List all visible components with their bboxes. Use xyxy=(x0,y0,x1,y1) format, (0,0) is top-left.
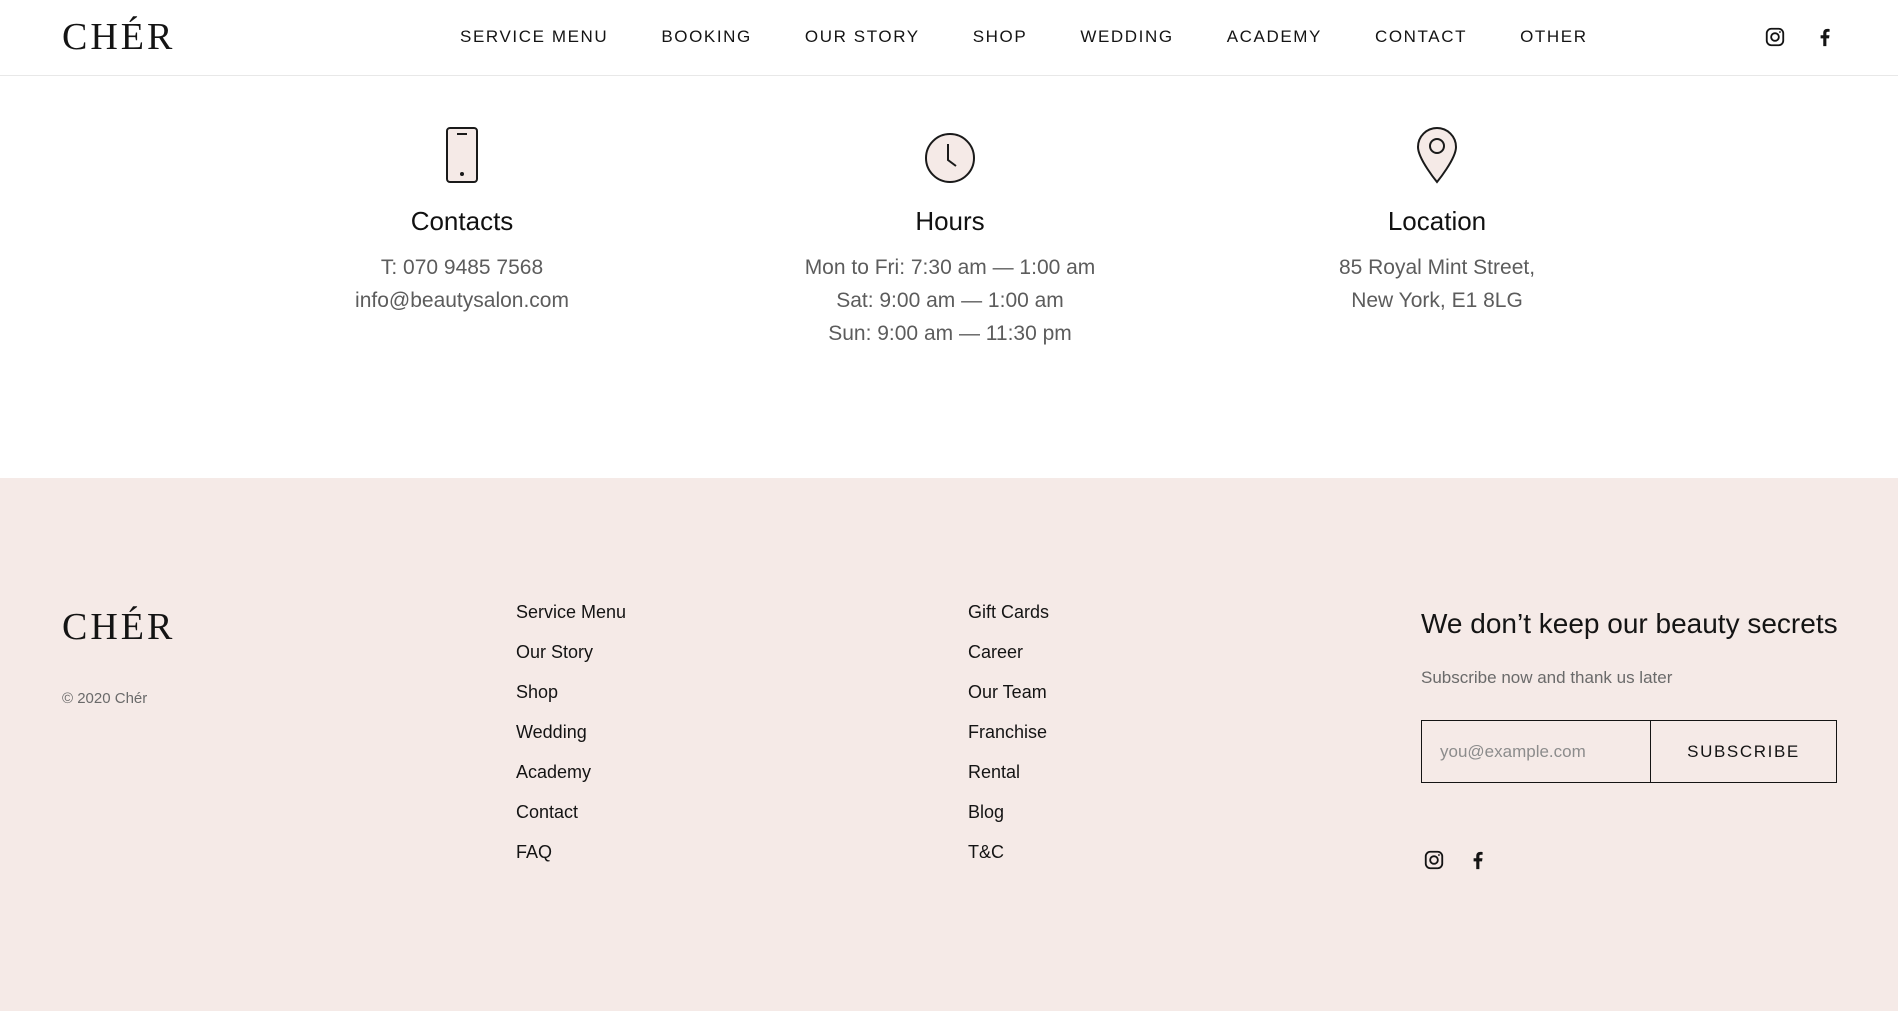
footer-link-our-team[interactable]: Our Team xyxy=(968,682,1047,702)
newsletter-subtitle: Subscribe now and thank us later xyxy=(1421,668,1673,687)
clock-icon xyxy=(740,120,1160,184)
nav-shop[interactable]: SHOP xyxy=(973,27,1028,47)
contacts-phone[interactable]: T: 070 9485 7568 xyxy=(252,251,672,284)
nav-booking[interactable]: BOOKING xyxy=(661,27,752,47)
location-title: Location xyxy=(1387,206,1487,236)
email-input[interactable] xyxy=(1422,721,1651,782)
footer-link-contact[interactable]: Contact xyxy=(516,802,578,822)
location-block: Location 85 Royal Mint Street, New York,… xyxy=(1227,120,1647,317)
contacts-title: Contacts xyxy=(410,206,514,236)
footer-links-primary: Service Menu Our Story Shop Wedding Acad… xyxy=(516,602,626,882)
contacts-email[interactable]: info@beautysalon.com xyxy=(252,284,672,317)
nav-other[interactable]: OTHER xyxy=(1520,27,1588,47)
site-header: CHÉR SERVICE MENU BOOKING OUR STORY SHOP… xyxy=(0,0,1898,76)
contacts-block: Contacts T: 070 9485 7568 info@beautysal… xyxy=(252,120,672,317)
hours-weekday: Mon to Fri: 7:30 am — 1:00 am xyxy=(804,256,1096,279)
footer-link-gift-cards[interactable]: Gift Cards xyxy=(968,602,1049,622)
hours-sunday: Sun: 9:00 am — 11:30 pm xyxy=(828,322,1072,345)
nav-academy[interactable]: ACADEMY xyxy=(1227,27,1322,47)
newsletter-title: We don’t keep our beauty secrets xyxy=(1421,608,1838,639)
nav-wedding[interactable]: WEDDING xyxy=(1080,27,1173,47)
footer-link-franchise[interactable]: Franchise xyxy=(968,722,1047,742)
footer-link-academy[interactable]: Academy xyxy=(516,762,591,782)
map-pin-icon xyxy=(1227,120,1647,184)
copyright-text: © 2020 Chér xyxy=(62,690,148,707)
footer-links-secondary: Gift Cards Career Our Team Franchise Ren… xyxy=(968,602,1049,882)
footer-logo[interactable]: CHÉR xyxy=(62,606,175,648)
instagram-icon[interactable] xyxy=(1421,847,1447,873)
brand-logo[interactable]: CHÉR xyxy=(62,16,175,58)
header-social-links xyxy=(1762,24,1838,50)
footer-link-service-menu[interactable]: Service Menu xyxy=(516,602,626,622)
subscribe-button[interactable]: SUBSCRIBE xyxy=(1651,721,1836,782)
nav-service-menu[interactable]: SERVICE MENU xyxy=(460,27,608,47)
site-footer: CHÉR © 2020 Chér Service Menu Our Story … xyxy=(0,478,1898,1011)
footer-link-rental[interactable]: Rental xyxy=(968,762,1020,782)
footer-link-wedding[interactable]: Wedding xyxy=(516,722,587,742)
newsletter-section: We don’t keep our beauty secrets Subscri… xyxy=(1421,604,1841,873)
footer-link-blog[interactable]: Blog xyxy=(968,802,1004,822)
hours-title: Hours xyxy=(915,206,985,236)
location-city: New York, E1 8LG xyxy=(1351,289,1523,312)
footer-link-shop[interactable]: Shop xyxy=(516,682,558,702)
instagram-icon[interactable] xyxy=(1762,24,1788,50)
facebook-icon[interactable] xyxy=(1465,847,1491,873)
main-nav: SERVICE MENU BOOKING OUR STORY SHOP WEDD… xyxy=(460,0,1641,74)
hours-saturday: Sat: 9:00 am — 1:00 am xyxy=(836,289,1064,312)
footer-social-links xyxy=(1421,847,1841,873)
facebook-icon[interactable] xyxy=(1812,24,1838,50)
footer-link-career[interactable]: Career xyxy=(968,642,1023,662)
footer-link-our-story[interactable]: Our Story xyxy=(516,642,593,662)
hours-block: Hours Mon to Fri: 7:30 am — 1:00 am Sat:… xyxy=(740,120,1160,350)
nav-contact[interactable]: CONTACT xyxy=(1375,27,1467,47)
location-street: 85 Royal Mint Street, xyxy=(1338,256,1536,279)
newsletter-form: SUBSCRIBE xyxy=(1421,720,1837,783)
phone-icon xyxy=(252,120,672,184)
footer-link-terms[interactable]: T&C xyxy=(968,842,1004,862)
nav-our-story[interactable]: OUR STORY xyxy=(805,27,920,47)
footer-link-faq[interactable]: FAQ xyxy=(516,842,552,862)
